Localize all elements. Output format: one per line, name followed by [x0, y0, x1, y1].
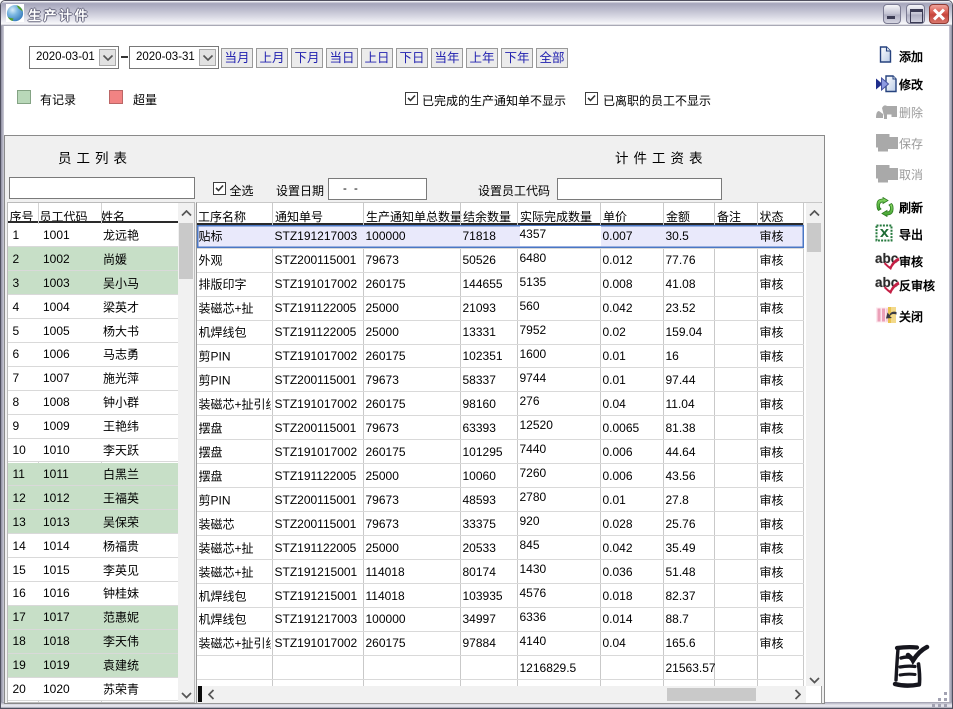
svg-text:abc: abc	[875, 251, 899, 266]
svg-text:abc: abc	[875, 275, 899, 290]
